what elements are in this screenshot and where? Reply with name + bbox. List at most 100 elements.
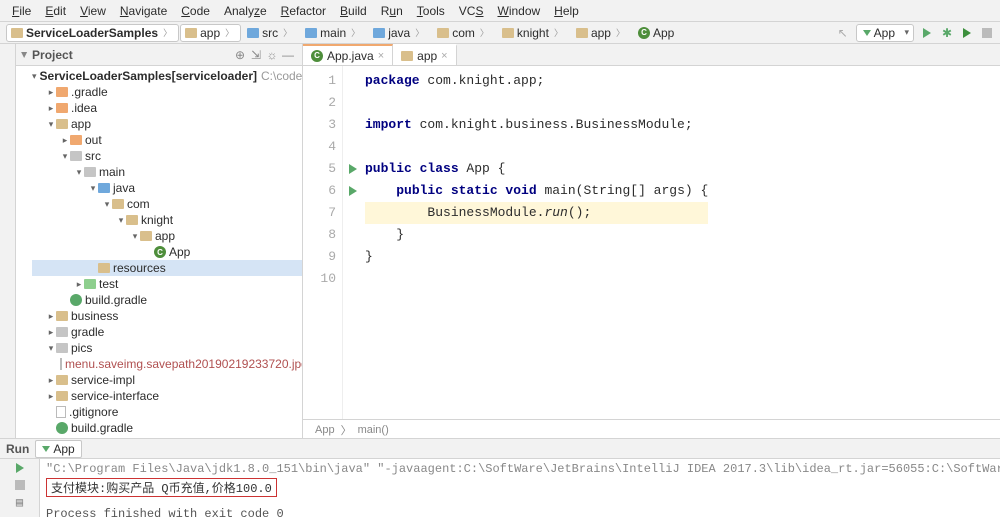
run-gutter bbox=[345, 70, 361, 290]
chevron-icon: 〉 bbox=[161, 26, 174, 39]
editor-crumbs: App 〉 main() bbox=[303, 419, 1000, 439]
prev-icon[interactable]: ↖ bbox=[836, 26, 850, 40]
crumb-main[interactable]: main〉 bbox=[300, 24, 367, 42]
tab-label: app bbox=[417, 49, 437, 63]
project-tool-header: ▸ Project ⊕ ⇲ ☼ — bbox=[16, 44, 302, 66]
gradle-icon bbox=[56, 422, 68, 434]
run-icon bbox=[863, 30, 871, 36]
folder-icon bbox=[126, 215, 138, 225]
tab-label: App.java bbox=[327, 49, 374, 63]
class-icon: C bbox=[638, 27, 650, 39]
project-sidebar: ▸ Project ⊕ ⇲ ☼ — ▾ServiceLoaderSamples … bbox=[16, 44, 303, 439]
rerun-button[interactable] bbox=[13, 461, 27, 475]
folder-icon bbox=[502, 28, 514, 38]
line-gutter: 12345678910 bbox=[303, 66, 343, 419]
stop-button[interactable] bbox=[980, 26, 994, 40]
crumb-root[interactable]: ServiceLoaderSamples 〉 bbox=[6, 24, 179, 42]
crumb-com[interactable]: com〉 bbox=[432, 24, 496, 42]
code-area[interactable]: 12345678910 package com.knight.app; impo… bbox=[303, 66, 1000, 419]
console-output[interactable]: "C:\Program Files\Java\jdk1.8.0_151\bin\… bbox=[40, 459, 1000, 517]
menu-run[interactable]: Run bbox=[377, 3, 407, 19]
folder-icon bbox=[305, 28, 317, 38]
folder-icon bbox=[98, 183, 110, 193]
run-tool-window: Run App ▤ "C:\Program Files\Java\jdk1.8.… bbox=[0, 438, 1000, 517]
console-toolbar: ▤ bbox=[0, 459, 40, 517]
debug-button[interactable]: ✱ bbox=[940, 26, 954, 40]
collapse-icon[interactable]: ▸ bbox=[18, 51, 32, 57]
editor: C App.java × app × 12345678910 package c… bbox=[303, 44, 1000, 439]
console-command: "C:\Program Files\Java\jdk1.8.0_151\bin\… bbox=[46, 462, 994, 476]
gear-icon[interactable]: ☼ bbox=[264, 48, 280, 62]
menu-view[interactable]: View bbox=[76, 3, 110, 19]
class-icon: C bbox=[154, 246, 166, 258]
close-icon[interactable]: × bbox=[441, 50, 447, 62]
crumb-app-pkg[interactable]: app〉 bbox=[571, 24, 632, 42]
menu-navigate[interactable]: Navigate bbox=[116, 3, 171, 19]
settings-icon[interactable]: ⊕ bbox=[232, 48, 248, 62]
console: ▤ "C:\Program Files\Java\jdk1.8.0_151\bi… bbox=[0, 459, 1000, 517]
editor-tabs: C App.java × app × bbox=[303, 44, 1000, 66]
crumb-knight[interactable]: knight〉 bbox=[497, 24, 570, 42]
menu-refactor[interactable]: Refactor bbox=[277, 3, 330, 19]
layout-button[interactable]: ▤ bbox=[13, 495, 27, 509]
hide-icon[interactable]: — bbox=[280, 48, 296, 62]
folder-icon bbox=[84, 167, 96, 177]
crumb-src[interactable]: src〉 bbox=[242, 24, 299, 42]
folder-icon bbox=[140, 231, 152, 241]
menu-analyze[interactable]: Analyze bbox=[220, 3, 271, 19]
run-tool-label: Run bbox=[6, 442, 29, 456]
tab-app-folder[interactable]: app × bbox=[393, 44, 456, 65]
crumb-java[interactable]: java〉 bbox=[368, 24, 431, 42]
image-file-icon bbox=[60, 358, 62, 370]
tab-app-java[interactable]: C App.java × bbox=[303, 44, 393, 65]
gradle-icon bbox=[70, 294, 82, 306]
run-button[interactable] bbox=[920, 26, 934, 40]
folder-icon bbox=[112, 199, 124, 209]
folder-icon bbox=[84, 279, 96, 289]
folder-icon bbox=[56, 119, 68, 129]
run-tab-app[interactable]: App bbox=[35, 440, 81, 458]
menu-help[interactable]: Help bbox=[550, 3, 583, 19]
project-tree[interactable]: ▾ServiceLoaderSamples [serviceloader]C:\… bbox=[32, 66, 302, 439]
folder-icon bbox=[56, 391, 68, 401]
menu-code[interactable]: Code bbox=[177, 3, 214, 19]
folder-icon bbox=[56, 87, 68, 97]
crumb-app[interactable]: app〉 bbox=[180, 24, 241, 42]
breadcrumbs: ServiceLoaderSamples 〉 app〉 src〉 main〉 j… bbox=[6, 24, 679, 42]
folder-icon bbox=[576, 28, 588, 38]
folder-icon bbox=[56, 343, 68, 353]
folder-icon bbox=[437, 28, 449, 38]
file-icon bbox=[56, 406, 66, 418]
folder-icon bbox=[56, 103, 68, 113]
coverage-button[interactable] bbox=[960, 26, 974, 40]
menu-build[interactable]: Build bbox=[336, 3, 371, 19]
crumb-class[interactable]: CApp bbox=[633, 24, 679, 42]
chevron-icon: 〉 bbox=[341, 422, 352, 438]
project-tool-title: Project bbox=[32, 48, 232, 62]
folder-icon bbox=[70, 135, 82, 145]
menu-tools[interactable]: Tools bbox=[413, 3, 449, 19]
collapse-all-icon[interactable]: ⇲ bbox=[248, 48, 264, 62]
stop-button[interactable] bbox=[13, 478, 27, 492]
class-icon: C bbox=[311, 50, 323, 62]
nav-row: ServiceLoaderSamples 〉 app〉 src〉 main〉 j… bbox=[0, 22, 1000, 44]
folder-icon bbox=[56, 375, 68, 385]
menu-vcs[interactable]: VCS bbox=[455, 3, 488, 19]
run-tab-label: App bbox=[53, 442, 74, 456]
menu-file[interactable]: File bbox=[8, 3, 35, 19]
folder-icon bbox=[56, 327, 68, 337]
folder-icon bbox=[98, 263, 110, 273]
crumb-method[interactable]: main() bbox=[358, 424, 389, 436]
menu-edit[interactable]: Edit bbox=[41, 3, 70, 19]
folder-icon bbox=[11, 28, 23, 38]
close-icon[interactable]: × bbox=[378, 50, 384, 62]
toolbar-right: ↖ App ✱ bbox=[836, 24, 994, 42]
crumb-class[interactable]: App bbox=[315, 424, 335, 436]
code-body[interactable]: package com.knight.app; import com.knigh… bbox=[343, 66, 708, 419]
folder-icon bbox=[373, 28, 385, 38]
folder-icon bbox=[185, 28, 197, 38]
run-config-selector[interactable]: App bbox=[856, 24, 914, 42]
menu-window[interactable]: Window bbox=[493, 3, 544, 19]
console-stdout: 支付模块:购买产品 Q币充值,价格100.0 bbox=[46, 478, 277, 497]
run-config-label: App bbox=[874, 26, 895, 40]
